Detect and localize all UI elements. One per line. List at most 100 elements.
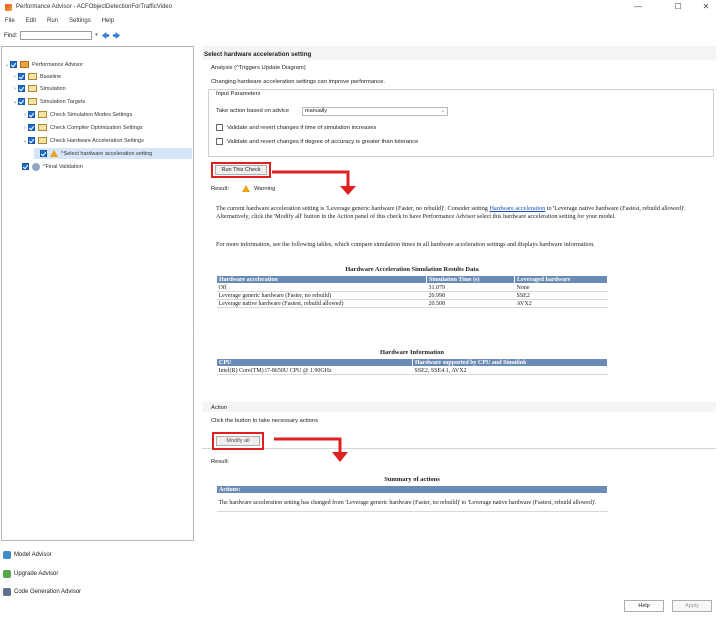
find-previous-icon[interactable]: [101, 31, 110, 40]
table-cell: AVX2: [514, 299, 608, 308]
advisor-label: Upgrade Advisor: [14, 571, 59, 577]
table-row: Leverage generic hardware (Faster, no re…: [216, 291, 608, 300]
red-arrow-icon: [272, 170, 356, 195]
advice-select[interactable]: manually ⌄: [302, 107, 448, 116]
revert-accuracy-checkbox[interactable]: [216, 138, 223, 145]
modify-all-button[interactable]: Modify all: [216, 436, 260, 446]
tree-label: Check Compiler Optimization Settings: [50, 124, 143, 131]
table-row: Leverage native hardware (Fastest, rebui…: [216, 299, 608, 308]
menu-run[interactable]: Run: [47, 18, 58, 24]
tree-item-check-compiler[interactable]: › Check Compiler Optimization Settings: [22, 122, 143, 133]
tree-label: Simulation: [40, 85, 66, 92]
table-cell: SSE2, SSE4.1, AVX2: [412, 366, 608, 375]
table-cell: Leverage native hardware (Fastest, rebui…: [216, 299, 427, 308]
folder-icon: [28, 73, 37, 80]
red-arrow-icon: [274, 437, 348, 462]
folder-icon: [28, 98, 37, 105]
tree-item-simulation-targets[interactable]: ⌄ Simulation Targets: [12, 96, 85, 107]
apply-button[interactable]: Apply: [672, 600, 712, 612]
table-header-row: CPU Hardware supported by CPU and Simuli…: [216, 358, 608, 367]
window-title: Performance Advisor - ACFObjectDetection…: [16, 4, 172, 10]
checkbox-icon[interactable]: [28, 111, 35, 118]
minimize-button[interactable]: —: [624, 1, 652, 12]
table-row: Off 31.079 None: [216, 283, 608, 292]
maximize-button[interactable]: ☐: [664, 1, 692, 12]
result-paragraph: The current hardware acceleration settin…: [216, 205, 686, 220]
tree-label: ^Select hardware acceleration setting: [61, 150, 153, 157]
checkbox-icon[interactable]: [28, 137, 35, 144]
close-button[interactable]: ✕: [692, 1, 720, 12]
result-label: Result:: [211, 186, 230, 192]
tree-item-baseline[interactable]: › Baseline: [12, 71, 61, 82]
hardware-table-title: Hardware Information: [380, 349, 444, 356]
menu-help[interactable]: Help: [102, 18, 114, 24]
folder-icon: [38, 137, 47, 144]
table-row: The hardware acceleration setting has ch…: [216, 493, 608, 512]
checkbox-icon[interactable]: [10, 61, 17, 68]
table-row: Intel(R) Core(TM) i7-8650U CPU @ 1.90GHz…: [216, 366, 608, 375]
tree-label: ^Final Validation: [43, 163, 83, 170]
summary-report: Summary of actions Actions: The hardware…: [208, 470, 716, 584]
run-this-check-button[interactable]: Run This Check: [215, 165, 267, 175]
tree-label: Baseline: [40, 73, 62, 80]
help-button[interactable]: Help: [624, 600, 664, 612]
simulation-results-table: Hardware acceleration Simulation Time (s…: [216, 275, 608, 308]
tree-item-simulation[interactable]: › Simulation: [12, 83, 66, 94]
summary-text: The hardware acceleration setting has ch…: [216, 493, 608, 512]
tree-item-root[interactable]: ⌄ Performance Advisor: [4, 59, 83, 70]
revert-accuracy-label: Validate and revert changes if degree of…: [227, 139, 419, 145]
advisor-label: Model Advisor: [14, 552, 52, 558]
menu-settings[interactable]: Settings: [69, 18, 91, 24]
checkbox-icon[interactable]: [18, 73, 25, 80]
menu-bar: File Edit Run Settings Help: [0, 15, 720, 27]
find-dropdown-icon[interactable]: ▾: [93, 31, 99, 40]
dialog-footer: Help Apply: [0, 592, 720, 630]
panel-splitter[interactable]: [194, 46, 200, 586]
table-cell: 20.508: [426, 299, 515, 308]
checkbox-icon[interactable]: [18, 98, 25, 105]
folder-icon: [38, 111, 47, 118]
model-advisor-icon: [3, 551, 11, 559]
menu-edit[interactable]: Edit: [26, 18, 36, 24]
app-icon: [5, 3, 12, 11]
title-bar: Performance Advisor - ACFObjectDetection…: [0, 0, 720, 14]
check-description: Changing hardware acceleration settings …: [211, 79, 386, 85]
advisor-icon: [20, 61, 29, 68]
input-parameters-label: Input Parameters: [216, 91, 261, 97]
tree-item-check-hardware[interactable]: ⌄ Check Hardware Acceleration Settings: [22, 135, 144, 146]
checkbox-icon[interactable]: [18, 85, 25, 92]
find-label: Find:: [4, 32, 18, 39]
revert-time-checkbox[interactable]: [216, 124, 223, 131]
find-input[interactable]: [20, 31, 93, 40]
input-parameters-group: [208, 89, 714, 157]
tree-label: Check Hardware Acceleration Settings: [50, 137, 144, 144]
model-advisor-link[interactable]: Model Advisor: [0, 547, 194, 563]
tree-item-check-modes[interactable]: › Check Simulation Modes Settings: [22, 109, 132, 120]
checkbox-icon[interactable]: [28, 124, 35, 131]
table-header: Simulation Time (s): [426, 275, 515, 284]
result-report: The current hardware acceleration settin…: [208, 199, 716, 411]
checkbox-icon[interactable]: [40, 150, 47, 157]
result-status: Warning: [254, 186, 276, 192]
checkbox-icon[interactable]: [22, 163, 29, 170]
table-header: CPU: [216, 358, 413, 367]
splitter-grip-icon[interactable]: ⋮: [196, 330, 201, 338]
find-next-icon[interactable]: [112, 31, 121, 40]
analysis-label: Analysis (^Triggers Update Diagram): [211, 65, 306, 71]
table-cell: Off: [216, 283, 427, 292]
tree-item-final-validation[interactable]: ^Final Validation: [22, 161, 83, 172]
tree-label: Performance Advisor: [32, 61, 84, 68]
hardware-acceleration-link[interactable]: Hardware acceleration: [489, 205, 545, 212]
advice-label: Take action based on advice: [216, 108, 290, 114]
tree-label: Simulation Targets: [40, 98, 86, 105]
validation-icon: [32, 162, 40, 171]
hardware-info-table: CPU Hardware supported by CPU and Simuli…: [216, 358, 608, 375]
summary-table: Actions: The hardware acceleration setti…: [216, 485, 608, 512]
tree-item-select-hardware[interactable]: ^Select hardware acceleration setting: [34, 148, 192, 159]
table-header: Actions:: [216, 485, 608, 494]
advice-value: manually: [305, 108, 328, 114]
menu-file[interactable]: File: [5, 18, 15, 24]
table-cell: 20.998: [426, 291, 515, 300]
info-paragraph: For more information, see the following …: [216, 241, 595, 248]
upgrade-advisor-link[interactable]: Upgrade Advisor: [0, 566, 194, 582]
